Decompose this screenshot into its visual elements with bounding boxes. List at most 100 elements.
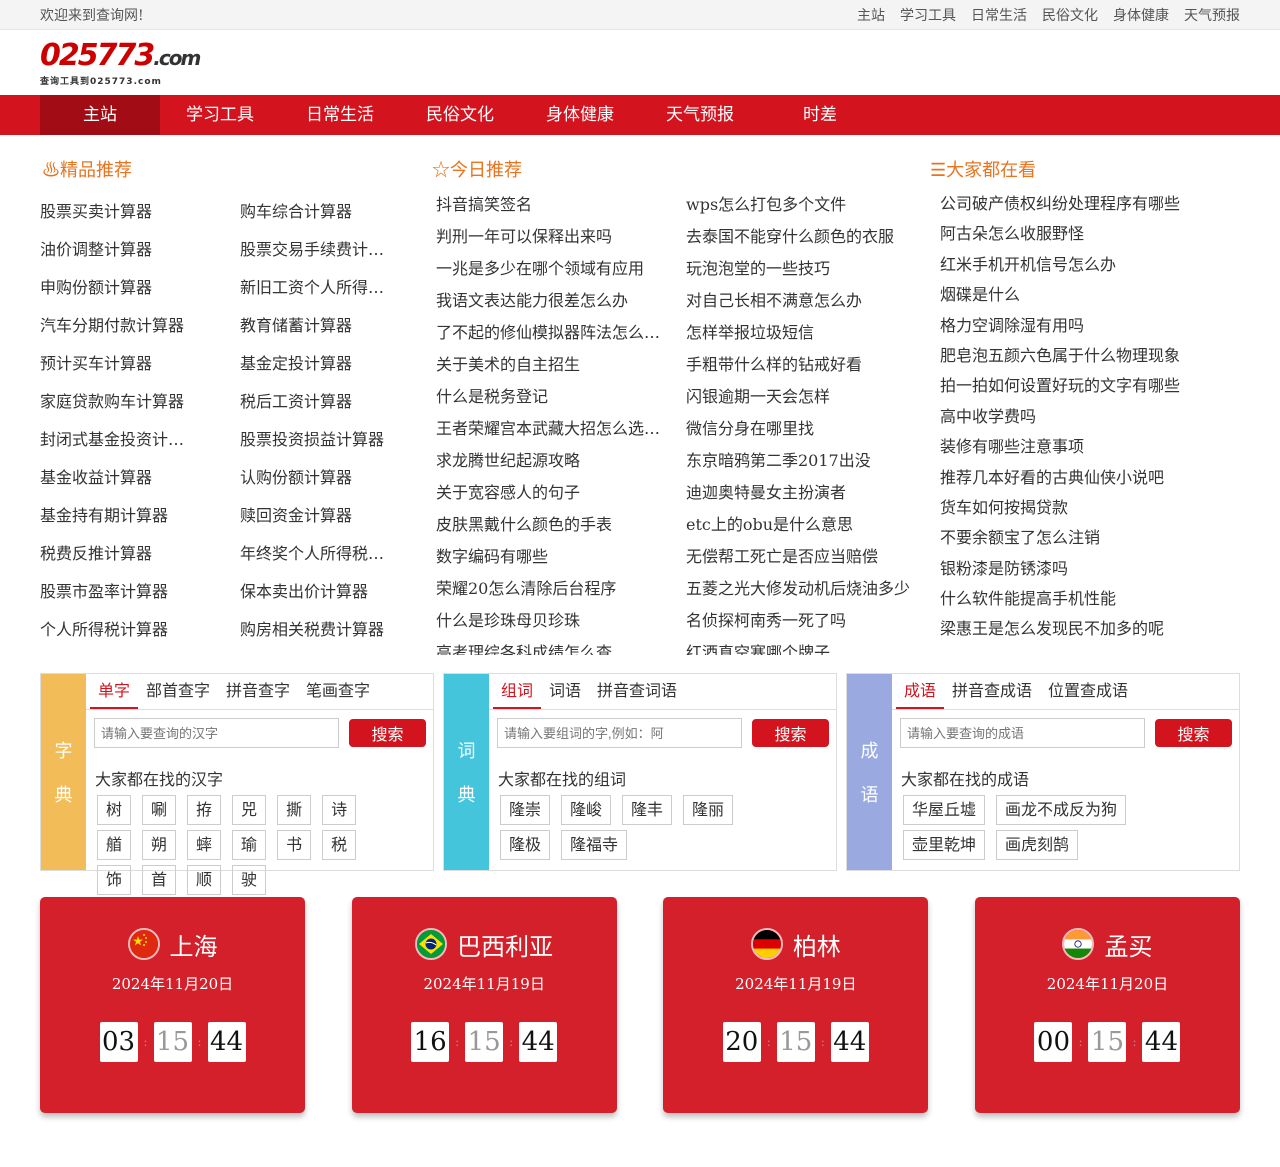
featured-link[interactable]: 新旧工资个人所得税计算器	[240, 278, 385, 297]
hot-tag[interactable]: 兕	[232, 795, 267, 825]
featured-link[interactable]: 汽车分期付款计算器	[40, 316, 184, 335]
hot-tag[interactable]: 隆丽	[683, 795, 734, 825]
tab-idiom-2[interactable]: 位置查成语	[1040, 677, 1136, 709]
watching-link[interactable]: 梁惠王是怎么发现民不加多的呢	[940, 619, 1164, 638]
today-link[interactable]: 皮肤黑戴什么颜色的手表	[436, 515, 612, 534]
search-button[interactable]: 搜索	[752, 719, 829, 747]
hot-tag[interactable]: 隆福寺	[561, 830, 628, 860]
hot-tag[interactable]: 撕	[277, 795, 312, 825]
search-input[interactable]	[94, 718, 339, 748]
tab-idiom-1[interactable]: 拼音查成语	[944, 677, 1040, 709]
watching-link[interactable]: 货车如何按揭贷款	[940, 498, 1068, 517]
watching-link[interactable]: 阿古朵怎么收服野怪	[940, 224, 1084, 243]
today-link[interactable]: 微信分身在哪里找	[686, 419, 814, 438]
today-link[interactable]: 东京暗鸦第二季2017出没	[686, 451, 871, 470]
top-link-culture[interactable]: 民俗文化	[1042, 5, 1098, 25]
nav-item-culture[interactable]: 民俗文化	[400, 95, 520, 135]
featured-link[interactable]: 家庭贷款购车计算器	[40, 392, 184, 411]
hot-tag[interactable]: 唰	[142, 795, 177, 825]
tab-word-1[interactable]: 词语	[541, 677, 589, 709]
search-button[interactable]: 搜索	[1155, 719, 1232, 747]
tab-word-2[interactable]: 拼音查词语	[589, 677, 685, 709]
today-link[interactable]: etc上的obu是什么意思	[686, 515, 853, 534]
top-link-health[interactable]: 身体健康	[1113, 5, 1169, 25]
hot-tag[interactable]: 隆极	[500, 830, 551, 860]
nav-item-life[interactable]: 日常生活	[280, 95, 400, 135]
today-link[interactable]: 名侦探柯南秀一死了吗	[686, 611, 846, 630]
today-link[interactable]: 一兆是多少在哪个领域有应用	[436, 259, 644, 278]
today-link[interactable]: 抖音搞笑签名	[436, 195, 532, 214]
today-link[interactable]: 红酒真空塞哪个牌子	[686, 643, 830, 655]
top-link-study[interactable]: 学习工具	[900, 5, 956, 25]
featured-link[interactable]: 税费反推计算器	[40, 544, 152, 563]
featured-link[interactable]: 股票投资损益计算器	[240, 430, 384, 449]
hot-tag[interactable]: 蟀	[187, 830, 222, 860]
tab-char-2[interactable]: 拼音查字	[218, 677, 298, 709]
today-link[interactable]: 判刑一年可以保释出来吗	[436, 227, 612, 246]
watching-link[interactable]: 推荐几本好看的古典仙侠小说吧	[940, 468, 1164, 487]
watching-link[interactable]: 红米手机开机信号怎么办	[940, 255, 1116, 274]
featured-link[interactable]: 教育储蓄计算器	[240, 316, 352, 335]
search-input[interactable]	[497, 718, 742, 748]
featured-link[interactable]: 基金收益计算器	[40, 468, 152, 487]
today-link[interactable]: 无偿帮工死亡是否应当赔偿	[686, 547, 878, 566]
nav-item-weather[interactable]: 天气预报	[640, 95, 760, 135]
watching-link[interactable]: 银粉漆是防锈漆吗	[940, 559, 1068, 578]
featured-link[interactable]: 股票市盈率计算器	[40, 582, 168, 601]
hot-tag[interactable]: 隆峻	[561, 795, 612, 825]
nav-item-study[interactable]: 学习工具	[160, 95, 280, 135]
hot-tag[interactable]: 画龙不成反为狗	[996, 795, 1127, 825]
nav-item-main[interactable]: 主站	[40, 95, 160, 135]
hot-tag[interactable]: 瑜	[232, 830, 267, 860]
hot-tag[interactable]: 饰	[97, 865, 132, 895]
featured-link[interactable]: 购车综合计算器	[240, 202, 352, 221]
hot-tag[interactable]: 诗	[322, 795, 357, 825]
today-link[interactable]: 数字编码有哪些	[436, 547, 548, 566]
featured-link[interactable]: 保本卖出价计算器	[240, 582, 368, 601]
today-link[interactable]: 关于美术的自主招生	[436, 355, 580, 374]
hot-tag[interactable]: 壶里乾坤	[903, 830, 986, 860]
watching-link[interactable]: 烟碟是什么	[940, 285, 1020, 304]
tab-char-1[interactable]: 部首查字	[138, 677, 218, 709]
watching-link[interactable]: 装修有哪些注意事项	[940, 437, 1084, 456]
hot-tag[interactable]: 树	[97, 795, 132, 825]
top-link-main[interactable]: 主站	[857, 5, 885, 25]
watching-link[interactable]: 高中收学费吗	[940, 407, 1036, 426]
site-logo[interactable]: 025773.com 查询工具到025773.com	[40, 41, 201, 88]
today-link[interactable]: 迪迦奥特曼女主扮演者	[686, 483, 846, 502]
nav-item-timezone[interactable]: 时差	[760, 95, 880, 135]
featured-link[interactable]: 基金定投计算器	[240, 354, 352, 373]
featured-link[interactable]: 股票买卖计算器	[40, 202, 152, 221]
today-link[interactable]: 对自己长相不满意怎么办	[686, 291, 862, 310]
watching-link[interactable]: 拍一拍如何设置好玩的文字有哪些	[940, 376, 1180, 395]
hot-tag[interactable]: 画虎刻鹄	[996, 830, 1079, 860]
search-input[interactable]	[900, 718, 1145, 748]
hot-tag[interactable]: 顺	[187, 865, 222, 895]
today-link[interactable]: 高考理综各科成绩怎么查	[436, 643, 612, 655]
today-link[interactable]: 去泰国不能穿什么颜色的衣服	[686, 227, 894, 246]
today-link[interactable]: 关于宽容感人的句子	[436, 483, 580, 502]
hot-tag[interactable]: 隆崇	[500, 795, 551, 825]
tab-word-0[interactable]: 组词	[493, 677, 542, 709]
today-link[interactable]: wps怎么打包多个文件	[686, 195, 846, 214]
today-link[interactable]: 了不起的修仙模拟器阵法怎么布置	[436, 323, 661, 342]
featured-link[interactable]: 股票交易手续费计算器	[240, 240, 385, 259]
featured-link[interactable]: 税后工资计算器	[240, 392, 352, 411]
today-link[interactable]: 闪银逾期一天会怎样	[686, 387, 830, 406]
today-link[interactable]: 玩泡泡堂的一些技巧	[686, 259, 830, 278]
today-link[interactable]: 什么是税务登记	[436, 387, 548, 406]
featured-link[interactable]: 购房相关税费计算器	[240, 620, 384, 639]
hot-tag[interactable]: 艏	[97, 830, 132, 860]
hot-tag[interactable]: 拵	[187, 795, 222, 825]
watching-link[interactable]: 不要余额宝了怎么注销	[940, 528, 1100, 547]
featured-link[interactable]: 申购份额计算器	[40, 278, 152, 297]
tab-char-0[interactable]: 单字	[90, 677, 139, 709]
hot-tag[interactable]: 华屋丘墟	[903, 795, 986, 825]
hot-tag[interactable]: 税	[322, 830, 357, 860]
today-link[interactable]: 我语文表达能力很差怎么办	[436, 291, 628, 310]
today-link[interactable]: 求龙腾世纪起源攻略	[436, 451, 580, 470]
featured-link[interactable]: 封闭式基金投资计算器	[40, 430, 185, 449]
featured-link[interactable]: 油价调整计算器	[40, 240, 152, 259]
tab-idiom-0[interactable]: 成语	[896, 677, 945, 709]
featured-link[interactable]: 基金持有期计算器	[40, 506, 168, 525]
